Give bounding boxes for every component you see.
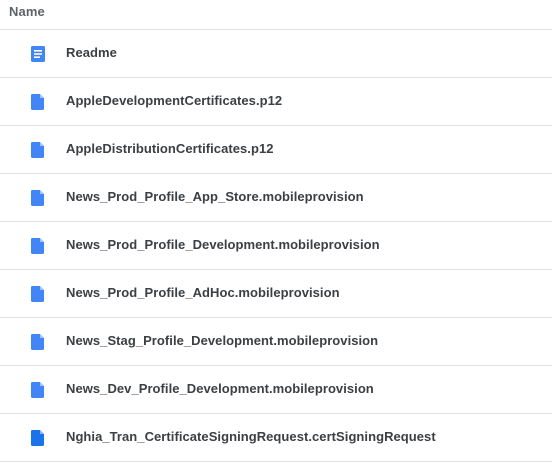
file-name: AppleDevelopmentCertificates.p12 (66, 93, 283, 108)
file-icon (31, 238, 44, 254)
file-name: AppleDistributionCertificates.p12 (66, 141, 274, 156)
file-name: News_Prod_Profile_Development.mobileprov… (66, 237, 380, 252)
file-row[interactable]: Nghia_Tran_CertificateSigningRequest.cer… (0, 414, 552, 462)
file-row[interactable]: News_Dev_Profile_Development.mobileprovi… (0, 366, 552, 414)
file-icon (31, 142, 44, 158)
file-name: News_Prod_Profile_AdHoc.mobileprovision (66, 285, 340, 300)
file-icon (31, 286, 44, 302)
file-name: News_Dev_Profile_Development.mobileprovi… (66, 381, 374, 396)
file-name: News_Stag_Profile_Development.mobileprov… (66, 333, 379, 348)
file-icon (31, 94, 44, 110)
name-column-header[interactable]: Name (9, 4, 45, 19)
file-icon (31, 334, 44, 350)
file-row[interactable]: AppleDistributionCertificates.p12 (0, 126, 552, 174)
file-name: Readme (66, 45, 117, 60)
file-row-readme[interactable]: Readme (0, 30, 552, 78)
file-row[interactable]: News_Prod_Profile_AdHoc.mobileprovision (0, 270, 552, 318)
file-row[interactable]: News_Prod_Profile_Development.mobileprov… (0, 222, 552, 270)
file-rows: Readme AppleDevelopmentCertificates.p12 … (0, 30, 552, 462)
file-row[interactable]: AppleDevelopmentCertificates.p12 (0, 78, 552, 126)
file-row[interactable]: News_Prod_Profile_App_Store.mobileprovis… (0, 174, 552, 222)
file-row[interactable]: News_Stag_Profile_Development.mobileprov… (0, 318, 552, 366)
list-header: Name (0, 0, 552, 30)
file-icon (31, 430, 44, 446)
doc-icon (31, 46, 45, 62)
file-name: Nghia_Tran_CertificateSigningRequest.cer… (66, 429, 436, 444)
file-icon (31, 190, 44, 206)
file-name: News_Prod_Profile_App_Store.mobileprovis… (66, 189, 364, 204)
file-icon (31, 382, 44, 398)
file-list: Name Readme AppleDevelopmentCertificates… (0, 0, 552, 475)
